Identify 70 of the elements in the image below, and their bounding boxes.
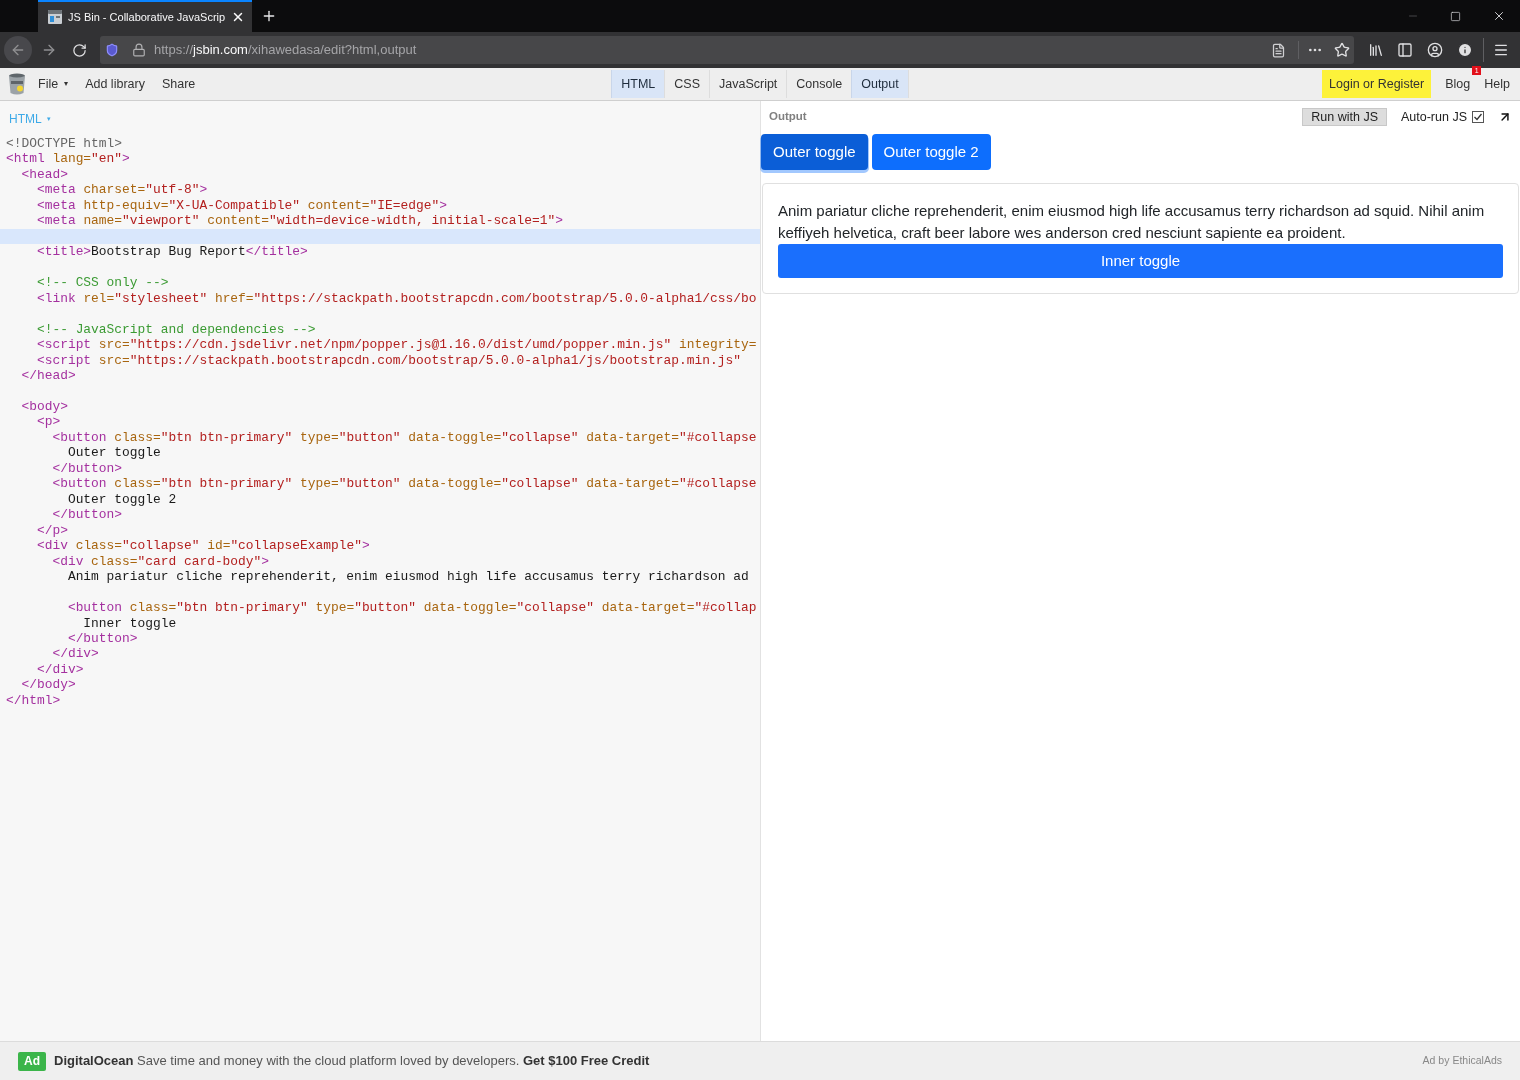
arrow-up-right-icon[interactable] — [1498, 110, 1512, 124]
browser-tab[interactable]: JS Bin - Collaborative JavaScrip — [38, 0, 252, 32]
star-icon[interactable] — [1334, 42, 1350, 58]
toggle-button[interactable]: Outer toggle — [761, 134, 868, 170]
code-line: Outer toggle 2 — [67, 491, 177, 507]
code-line: <!-- JavaScript and dependencies --> — [36, 321, 316, 337]
autorun-checkbox[interactable] — [1472, 111, 1484, 123]
code-line: </div> — [36, 661, 84, 677]
code-line: <script src="https://cdn.jsdelivr.net/npm/popper.js@1.16.0/dist/umd/popper.min.js" integrity= — [36, 337, 757, 353]
code-line: <head> — [21, 166, 68, 182]
address-bar[interactable]: https://jsbin.com/xihawedasa/edit?html,output — [100, 36, 1354, 64]
code-line: </html> — [6, 692, 61, 708]
code-line: <link rel="stylesheet" href="https://stackpath.bootstrapcdn.com/bootstrap/5.0.0-alpha1/css/bo — [36, 290, 757, 306]
page-icon — [48, 10, 62, 24]
run-with-js-button[interactable]: Run with JS — [1302, 108, 1387, 126]
sidebar-icon[interactable] — [1397, 42, 1413, 58]
autorun-label: Auto-run JS — [1401, 108, 1467, 126]
code-line: <div class="card card-body"> — [52, 553, 270, 569]
code-line: <div class="collapse" id="collapseExample"> — [36, 538, 370, 554]
toolbar-link[interactable]: Blog — [1445, 76, 1471, 91]
code-line: </div> — [52, 646, 99, 662]
code-line: </button> — [67, 631, 138, 646]
info-icon[interactable] — [1457, 42, 1473, 58]
code-line: <title>Bootstrap Bug Report</title> — [36, 244, 308, 260]
code-line: <meta http-equiv="X-UA-Compatible" content="IE=edge"> — [36, 197, 447, 213]
code-line: </p> — [36, 522, 68, 538]
code-line: Outer toggle — [67, 445, 161, 461]
code-line: <html lang="en"> — [6, 151, 130, 167]
code-line: <meta charset="utf-8"> — [36, 182, 208, 198]
code-line: <meta name="viewport" content="width=device-width, initial-scale=1"> — [36, 213, 563, 229]
panel-tab[interactable]: HTML — [611, 70, 665, 98]
toolbar-menu-item[interactable]: Add library — [85, 74, 145, 94]
code-line: <script src="https://stackpath.bootstrapcdn.com/bootstrap/5.0.0-alpha1/js/bootstrap.min.js" — [36, 352, 741, 368]
code-line: </button> — [52, 507, 123, 523]
inner-toggle-button[interactable]: Inner toggle — [778, 244, 1503, 278]
shield-icon[interactable] — [105, 43, 119, 57]
url-text: https://jsbin.com/xihawedasa/edit?html,output — [154, 41, 417, 60]
code-line: <button class="btn btn-primary" type="button" data-toggle="collapse" data-target="#collapse — [52, 429, 757, 445]
reload-icon[interactable] — [72, 42, 87, 58]
code-line: Inner toggle — [83, 615, 177, 631]
maximize-icon[interactable] — [1450, 10, 1461, 22]
code-line: <p> — [36, 414, 61, 430]
toggle-button[interactable]: Outer toggle 2 — [871, 134, 991, 170]
code-line: <!DOCTYPE html> — [6, 136, 123, 151]
document-icon[interactable] — [1271, 42, 1286, 58]
code-line: <button class="btn btn-primary" type="button" data-toggle="collapse" data-target="#collapse — [52, 476, 757, 492]
code-line: Anim pariatur cliche reprehenderit, enim eiusmod high life accusamus terry richardson ad — [67, 569, 749, 585]
can-logo-icon[interactable] — [8, 73, 26, 95]
ad-badge: Ad — [18, 1051, 46, 1071]
toolbar-menu-item[interactable]: Share — [161, 74, 196, 94]
code-line: <button class="btn btn-primary" type="button" data-toggle="collapse" data-target="#collap — [67, 600, 757, 616]
toolbar-menu-item[interactable]: File ▾ — [38, 74, 69, 94]
ad-text[interactable]: DigitalOcean Save time and money with the cloud platform loved by developers. Get $100 Free Credit — [54, 1051, 650, 1071]
code-line: <!-- CSS only --> — [36, 275, 169, 291]
output-label: Output — [769, 109, 807, 125]
user-icon[interactable] — [1427, 42, 1443, 58]
books-icon[interactable] — [1368, 42, 1384, 58]
code-line: </body> — [21, 677, 76, 693]
arrow-right-icon[interactable] — [41, 42, 57, 58]
back-button[interactable] — [4, 36, 32, 64]
toolbar-link[interactable]: Help — [1484, 76, 1510, 91]
login-button[interactable]: Login or Register — [1322, 70, 1432, 98]
code-line: </button> — [52, 460, 123, 476]
code-line: <body> — [21, 398, 68, 414]
lock-icon[interactable] — [132, 43, 146, 57]
code-line: </head> — [21, 368, 76, 384]
panel-tab[interactable]: Output — [851, 70, 908, 98]
new-tab-icon[interactable] — [261, 8, 277, 24]
menu-icon[interactable] — [1493, 42, 1509, 58]
card-text: Anim pariatur cliche reprehenderit, enim eiusmod high life accusamus terry richardson ad squid. Nihil anim keffiyeh helvetica, craft beer labore wes anderson cred nesciunt sapiente ea proident. — [778, 201, 1486, 243]
